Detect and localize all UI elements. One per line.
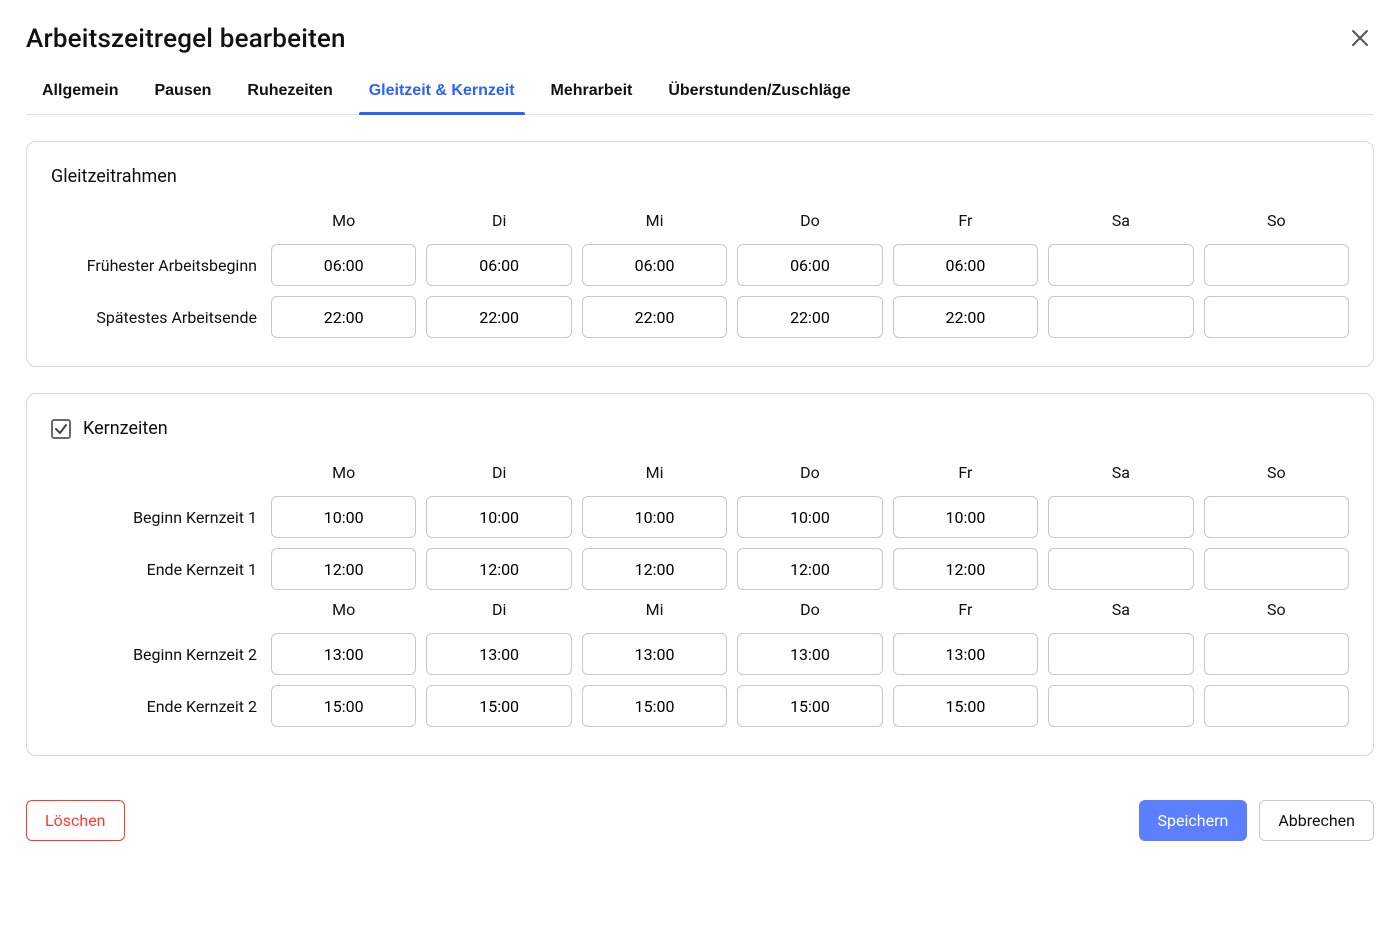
earliest-start-input[interactable]	[426, 244, 571, 286]
k2-end-input[interactable]	[893, 685, 1038, 727]
cancel-button[interactable]: Abbrechen	[1259, 800, 1374, 841]
k1-end-input[interactable]	[737, 548, 882, 590]
earliest-start-input[interactable]	[737, 244, 882, 286]
page-title: Arbeitszeitregel bearbeiten	[26, 24, 346, 54]
k1-end-input[interactable]	[582, 548, 727, 590]
card-title-kernzeiten: Kernzeiten	[83, 418, 168, 439]
tab-pausen[interactable]: Pausen	[154, 82, 211, 114]
earliest-start-input[interactable]	[893, 244, 1038, 286]
day-header: Fr	[893, 463, 1038, 486]
k1-start-input[interactable]	[737, 496, 882, 538]
day-header: So	[1204, 600, 1349, 623]
k2-start-input[interactable]	[893, 633, 1038, 675]
day-header: Do	[737, 211, 882, 234]
close-icon	[1350, 28, 1370, 48]
k1-start-input[interactable]	[271, 496, 416, 538]
save-button[interactable]: Speichern	[1139, 800, 1248, 841]
k1-start-input[interactable]	[426, 496, 571, 538]
label-earliest-start: Frühester Arbeitsbeginn	[51, 256, 261, 275]
k2-start-input[interactable]	[1204, 633, 1349, 675]
latest-end-input[interactable]	[271, 296, 416, 338]
tabs: Allgemein Pausen Ruhezeiten Gleitzeit & …	[26, 82, 1374, 115]
day-header: Mo	[271, 463, 416, 486]
earliest-start-input[interactable]	[271, 244, 416, 286]
k1-end-input[interactable]	[426, 548, 571, 590]
day-header: Sa	[1048, 211, 1193, 234]
tab-mehrarbeit[interactable]: Mehrarbeit	[551, 82, 633, 114]
k2-end-input[interactable]	[582, 685, 727, 727]
k2-start-input[interactable]	[426, 633, 571, 675]
k2-end-input[interactable]	[271, 685, 416, 727]
earliest-start-input[interactable]	[582, 244, 727, 286]
k2-start-input[interactable]	[582, 633, 727, 675]
day-header: Fr	[893, 600, 1038, 623]
day-header: Fr	[893, 211, 1038, 234]
k1-start-input[interactable]	[1204, 496, 1349, 538]
card-kernzeiten: Kernzeiten Mo Di Mi Do Fr Sa So Beginn K…	[26, 393, 1374, 756]
label-k2-start: Beginn Kernzeit 2	[51, 645, 261, 664]
latest-end-input[interactable]	[737, 296, 882, 338]
day-header: Sa	[1048, 463, 1193, 486]
k2-end-input[interactable]	[737, 685, 882, 727]
k2-start-input[interactable]	[271, 633, 416, 675]
latest-end-input[interactable]	[1204, 296, 1349, 338]
card-title-gleitzeit: Gleitzeitrahmen	[51, 166, 177, 187]
day-header: Mo	[271, 211, 416, 234]
k1-end-input[interactable]	[1204, 548, 1349, 590]
close-button[interactable]	[1346, 24, 1374, 52]
label-k1-start: Beginn Kernzeit 1	[51, 508, 261, 527]
k2-end-input[interactable]	[1204, 685, 1349, 727]
label-latest-end: Spätestes Arbeitsende	[51, 308, 261, 327]
latest-end-input[interactable]	[426, 296, 571, 338]
kernzeiten-checkbox[interactable]	[51, 419, 71, 439]
delete-button[interactable]: Löschen	[26, 800, 125, 841]
k1-end-input[interactable]	[1048, 548, 1193, 590]
day-header: So	[1204, 211, 1349, 234]
day-header: Do	[737, 600, 882, 623]
k2-start-input[interactable]	[737, 633, 882, 675]
checkmark-icon	[54, 422, 68, 436]
tab-ruhezeiten[interactable]: Ruhezeiten	[247, 82, 332, 114]
k2-end-input[interactable]	[1048, 685, 1193, 727]
tab-gleitzeit-kernzeit[interactable]: Gleitzeit & Kernzeit	[369, 82, 515, 114]
k1-end-input[interactable]	[893, 548, 1038, 590]
k1-start-input[interactable]	[1048, 496, 1193, 538]
k1-start-input[interactable]	[893, 496, 1038, 538]
day-header: Di	[426, 211, 571, 234]
day-header: Mo	[271, 600, 416, 623]
latest-end-input[interactable]	[893, 296, 1038, 338]
latest-end-input[interactable]	[582, 296, 727, 338]
day-header: Mi	[582, 211, 727, 234]
day-header: Mi	[582, 600, 727, 623]
day-header: Do	[737, 463, 882, 486]
tab-allgemein[interactable]: Allgemein	[42, 82, 118, 114]
k2-end-input[interactable]	[426, 685, 571, 727]
k1-start-input[interactable]	[582, 496, 727, 538]
k1-end-input[interactable]	[271, 548, 416, 590]
earliest-start-input[interactable]	[1204, 244, 1349, 286]
day-header: Di	[426, 600, 571, 623]
k2-start-input[interactable]	[1048, 633, 1193, 675]
card-gleitzeitrahmen: Gleitzeitrahmen Mo Di Mi Do Fr Sa So Frü…	[26, 141, 1374, 367]
day-header: Sa	[1048, 600, 1193, 623]
label-k2-end: Ende Kernzeit 2	[51, 697, 261, 716]
day-header: So	[1204, 463, 1349, 486]
earliest-start-input[interactable]	[1048, 244, 1193, 286]
tab-ueberstunden[interactable]: Überstunden/Zuschläge	[668, 82, 850, 114]
latest-end-input[interactable]	[1048, 296, 1193, 338]
label-k1-end: Ende Kernzeit 1	[51, 560, 261, 579]
day-header: Mi	[582, 463, 727, 486]
day-header: Di	[426, 463, 571, 486]
